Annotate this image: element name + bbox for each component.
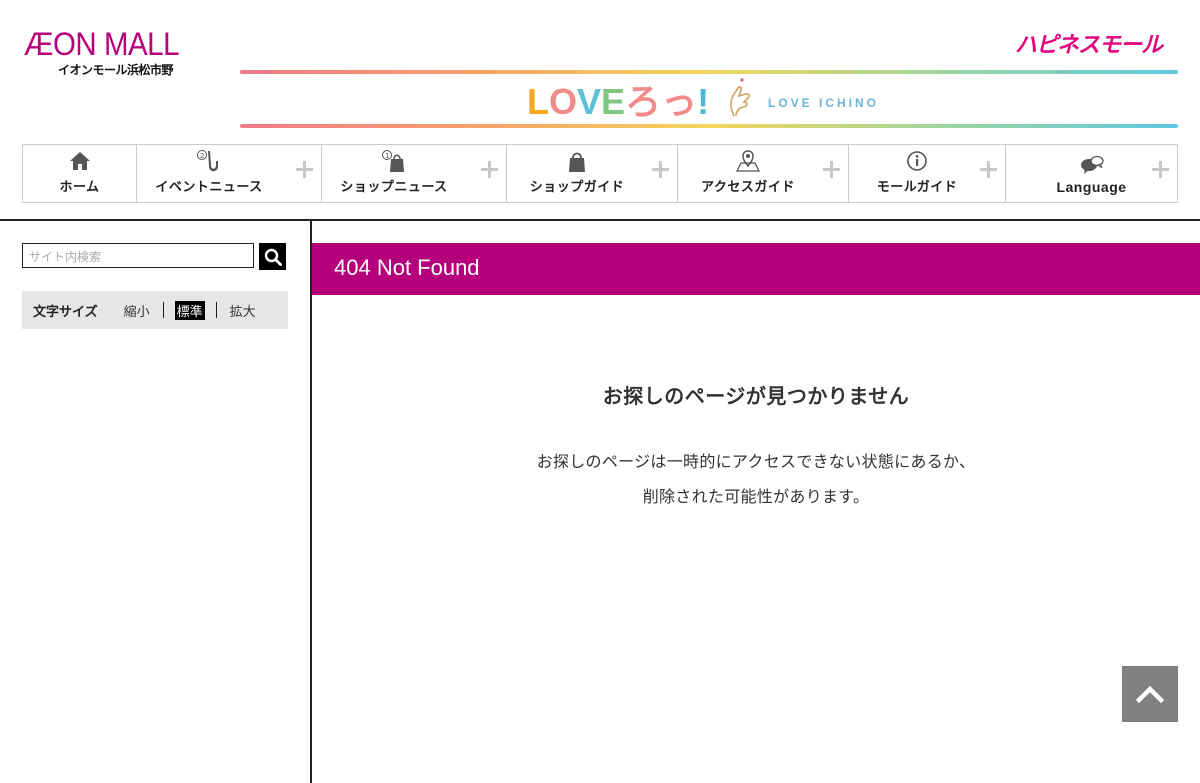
nav-item-mall-guide[interactable]: モールガイド — [849, 145, 1006, 202]
nav-label: ホーム — [59, 180, 100, 195]
nav-label: モールガイド — [876, 180, 958, 195]
bag-icon — [567, 148, 587, 174]
expand-plus-icon[interactable] — [296, 161, 313, 178]
saxophone-icon: 2 — [196, 148, 222, 174]
nav-item-home[interactable]: ホーム — [23, 145, 137, 202]
nav-item-event-news[interactable]: 2 イベントニュース — [137, 145, 322, 202]
expand-plus-icon[interactable] — [823, 161, 840, 178]
info-icon — [906, 148, 928, 174]
separator — [162, 302, 164, 318]
search-icon — [264, 248, 282, 266]
banner-letter: V — [577, 81, 602, 122]
error-message-line2: 削除された可能性があります。 — [642, 487, 870, 506]
banner-title: LOVEろっ! — [527, 82, 709, 122]
nav-item-language[interactable]: Language — [1006, 145, 1177, 202]
banner-bottom-rule — [240, 124, 1178, 128]
expand-plus-icon[interactable] — [652, 161, 669, 178]
banner-letter: L — [527, 81, 549, 122]
font-size-large[interactable]: 拡大 — [228, 301, 258, 320]
finger-heart-icon — [726, 78, 754, 129]
nav-label: ショップニュース — [340, 180, 448, 195]
font-size-label: 文字サイズ — [33, 304, 98, 320]
expand-plus-icon[interactable] — [980, 161, 997, 178]
nav-label: Language — [1056, 179, 1127, 195]
svg-text:2: 2 — [200, 152, 204, 160]
expand-plus-icon[interactable] — [1152, 161, 1169, 178]
speech-bubble-icon — [1079, 151, 1105, 177]
expand-plus-icon[interactable] — [481, 161, 498, 178]
nav-item-shop-news[interactable]: 1 ショップニュース — [322, 145, 507, 202]
nav-item-shop-guide[interactable]: ショップガイド — [507, 145, 678, 202]
nav-item-access-guide[interactable]: アクセスガイド — [678, 145, 849, 202]
banner-letter: E — [601, 81, 626, 122]
nav-label: ショップガイド — [529, 180, 625, 195]
site-search-input[interactable]: サイト内検索 — [22, 243, 254, 268]
separator — [215, 302, 217, 318]
back-to-top-button[interactable] — [1122, 666, 1178, 722]
nav-label: イベントニュース — [155, 180, 263, 195]
happiness-mall-logo[interactable]: ハピネスモール — [1015, 27, 1163, 59]
search-button[interactable] — [259, 243, 286, 270]
map-pin-icon — [735, 148, 761, 174]
love-ichino-banner[interactable]: LOVEろっ! LOVE ICHINO — [240, 70, 1178, 128]
banner-letter: O — [549, 81, 578, 122]
chevron-up-icon — [1136, 685, 1164, 703]
banner-letter: ろっ — [625, 81, 698, 122]
global-nav: ホーム 2 イベントニュース 1 ショップニュース ショップガイド アクセスガイ… — [22, 144, 1178, 203]
error-heading: お探しのページが見つかりません — [602, 384, 910, 408]
font-size-small[interactable]: 縮小 — [122, 301, 152, 320]
error-message-line1: お探しのページは一時的にアクセスできない状態にあるか、 — [536, 452, 976, 471]
page-title: 404 Not Found — [312, 243, 1200, 295]
banner-subtitle: LOVE ICHINO — [768, 96, 880, 110]
logo-sub-text: イオンモール浜松市野 — [58, 63, 174, 77]
shopping-bag-icon: 1 — [381, 148, 407, 174]
font-size-standard[interactable]: 標準 — [174, 300, 205, 320]
nav-label: アクセスガイド — [701, 180, 795, 195]
header-divider — [0, 219, 1200, 221]
banner-letter: ! — [697, 81, 710, 122]
banner-top-rule — [240, 70, 1178, 74]
font-size-control: 文字サイズ 縮小 標準 拡大 — [22, 291, 288, 329]
home-icon — [69, 148, 91, 174]
logo-main-text: ÆON MALL — [24, 26, 180, 62]
svg-text:1: 1 — [385, 152, 389, 160]
site-logo[interactable]: ÆON MALL イオンモール浜松市野 — [24, 28, 224, 78]
